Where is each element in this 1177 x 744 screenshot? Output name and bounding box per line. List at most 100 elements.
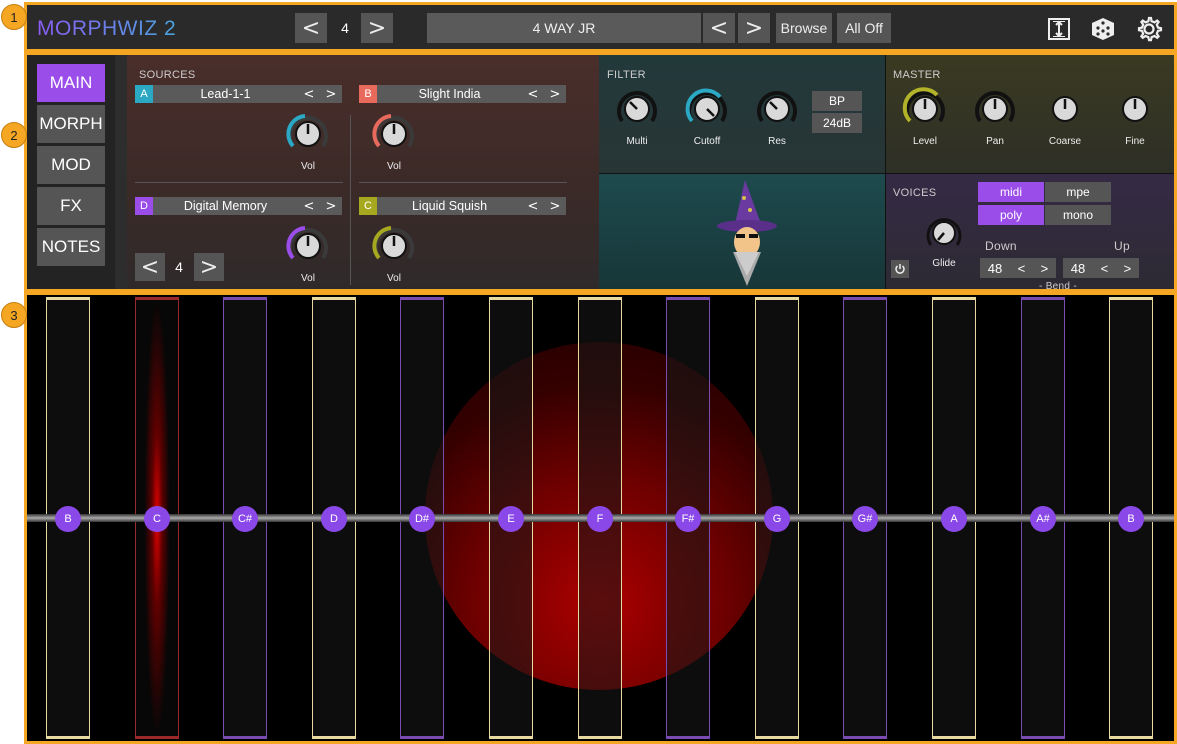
control-panel: MAIN MORPH MOD FX NOTES SOURCES A Lead-1… [24, 52, 1177, 292]
bend-up-value: 48 [1070, 260, 1086, 276]
nav-fx[interactable]: FX [37, 187, 105, 225]
source-a-vol-knob[interactable]: Vol [280, 110, 336, 172]
source-a-selector[interactable]: A Lead-1-1 < > [135, 85, 342, 103]
voices-label: VOICES [893, 187, 937, 199]
nav-notes[interactable]: NOTES [37, 228, 105, 266]
filter-cutoff-label: Cutoff [693, 136, 721, 147]
note-marker[interactable]: D [321, 506, 347, 532]
filter-slope-button[interactable]: 24dB [812, 113, 862, 133]
sources-divider-v [350, 115, 351, 285]
callout-3: 3 [1, 302, 27, 328]
browse-button[interactable]: Browse [776, 13, 832, 43]
voices-glide-knob[interactable]: Glide [916, 211, 972, 269]
source-a-next[interactable]: > [326, 87, 337, 102]
filter-multi-label: Multi [626, 136, 648, 147]
note-marker[interactable]: A [941, 506, 967, 532]
filter-cutoff-knob[interactable]: Cutoff [679, 85, 735, 147]
note-marker[interactable]: C [144, 506, 170, 532]
source-c-name: Liquid Squish [411, 199, 488, 213]
bend-up-field[interactable]: 48 < > [1063, 258, 1139, 278]
filter-label: FILTER [607, 69, 646, 81]
master-label: MASTER [893, 69, 941, 81]
top-bar: MORPHWIZ 2 < 4 > 4 WAY JR < > Browse All… [24, 2, 1177, 52]
source-c-prev[interactable]: < [528, 199, 539, 214]
bend-down-prev[interactable]: < [1018, 261, 1026, 276]
source-d-vol-knob[interactable]: Vol [280, 222, 336, 284]
bend-label: - Bend - [1039, 281, 1077, 292]
nav-mod[interactable]: MOD [37, 146, 105, 184]
note-marker[interactable]: A# [1030, 506, 1056, 532]
nav-morph[interactable]: MORPH [37, 105, 105, 143]
filter-res-knob[interactable]: Res [749, 85, 805, 147]
bend-up-prev[interactable]: < [1101, 261, 1109, 276]
bend-down-next[interactable]: > [1041, 261, 1049, 276]
voices-mpe-button[interactable]: mpe [1045, 182, 1111, 202]
wizard-mascot-icon [717, 180, 777, 286]
source-c-next[interactable]: > [550, 199, 561, 214]
preset-next-button[interactable]: > [738, 13, 770, 43]
source-d-badge: D [135, 197, 153, 215]
source-d-next[interactable]: > [326, 199, 337, 214]
source-c-vol-label: Vol [387, 273, 401, 284]
filter-type-button[interactable]: BP [812, 91, 862, 111]
source-d-prev[interactable]: < [304, 199, 315, 214]
bend-down-field[interactable]: 48 < > [980, 258, 1056, 278]
note-keyboard[interactable]: B C C# D D# E F F# G G# A A# B [24, 292, 1177, 744]
gear-icon[interactable] [1135, 15, 1163, 43]
preset-prev-button[interactable]: < [703, 13, 735, 43]
source-a-prev[interactable]: < [304, 87, 315, 102]
note-marker[interactable]: E [498, 506, 524, 532]
source-set-value: 4 [175, 259, 183, 275]
octave-value: 4 [341, 20, 349, 36]
source-c-selector[interactable]: C Liquid Squish < > [359, 197, 566, 215]
bend-down-label: Down [985, 239, 1017, 253]
master-pan-label: Pan [986, 136, 1004, 147]
master-fine-knob[interactable]: Fine [1107, 89, 1163, 147]
source-a-name: Lead-1-1 [200, 87, 251, 101]
nav-main[interactable]: MAIN [37, 64, 105, 102]
master-level-label: Level [913, 136, 937, 147]
morph-visual-area [599, 173, 885, 289]
voices-midi-button[interactable]: midi [978, 182, 1044, 202]
note-marker[interactable]: B [55, 506, 81, 532]
master-coarse-knob[interactable]: Coarse [1037, 89, 1093, 147]
note-marker[interactable]: G# [852, 506, 878, 532]
voices-power-button[interactable] [891, 260, 909, 278]
callout-1: 1 [1, 4, 27, 30]
filter-multi-knob[interactable]: Multi [609, 85, 665, 147]
note-marker[interactable]: B [1118, 506, 1144, 532]
octave-next-button[interactable]: > [361, 13, 393, 43]
source-d-selector[interactable]: D Digital Memory < > [135, 197, 342, 215]
source-b-selector[interactable]: B Slight India < > [359, 85, 566, 103]
app-logo: MORPHWIZ 2 [37, 17, 177, 40]
note-marker[interactable]: C# [232, 506, 258, 532]
voices-mono-button[interactable]: mono [1045, 205, 1111, 225]
master-level-knob[interactable]: Level [897, 85, 953, 147]
octave-prev-button[interactable]: < [295, 13, 327, 43]
callout-2: 2 [1, 122, 27, 148]
power-icon [895, 264, 905, 274]
note-marker[interactable]: D# [409, 506, 435, 532]
source-b-prev[interactable]: < [528, 87, 539, 102]
fit-height-icon[interactable] [1045, 15, 1073, 43]
bend-up-next[interactable]: > [1124, 261, 1132, 276]
source-c-vol-knob[interactable]: Vol [366, 222, 422, 284]
preset-name-field[interactable]: 4 WAY JR [427, 13, 701, 43]
master-coarse-label: Coarse [1048, 136, 1082, 147]
all-off-button[interactable]: All Off [837, 13, 891, 43]
note-marker[interactable]: F [587, 506, 613, 532]
voices-poly-button[interactable]: poly [978, 205, 1044, 225]
source-b-vol-knob[interactable]: Vol [366, 110, 422, 172]
source-b-next[interactable]: > [550, 87, 561, 102]
sources-label: SOURCES [139, 69, 196, 81]
note-marker[interactable]: F# [675, 506, 701, 532]
sources-divider-h-left [135, 182, 343, 183]
master-pan-knob[interactable]: Pan [967, 85, 1023, 147]
source-set-next-button[interactable]: > [194, 253, 224, 281]
bend-down-value: 48 [987, 260, 1003, 276]
source-set-prev-button[interactable]: < [135, 253, 165, 281]
source-a-vol-label: Vol [301, 161, 315, 172]
source-b-vol-label: Vol [387, 161, 401, 172]
dice-icon[interactable] [1089, 15, 1117, 43]
note-marker[interactable]: G [764, 506, 790, 532]
